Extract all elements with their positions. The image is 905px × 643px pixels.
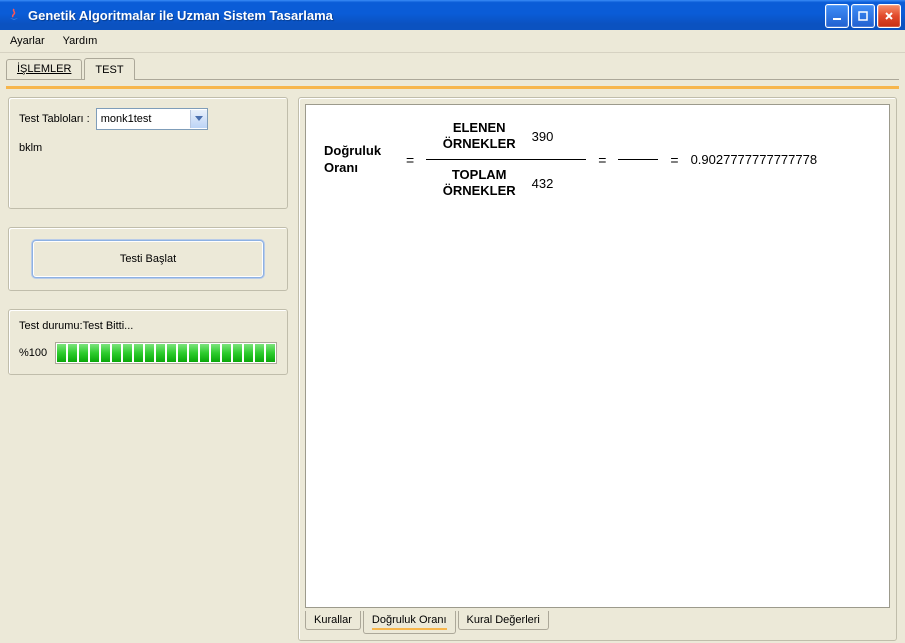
inner-tab-rule-values[interactable]: Kural Değerleri xyxy=(458,611,549,630)
test-tables-combo[interactable]: monk1test xyxy=(96,108,208,130)
inner-tab-rules[interactable]: Kurallar xyxy=(305,611,361,630)
results-pane: Doğruluk Oranı = ELENEN ÖRNEKLER 390 xyxy=(298,97,897,641)
denominator-label-l2: ÖRNEKLER xyxy=(443,183,516,198)
menu-settings[interactable]: Ayarlar xyxy=(4,33,51,49)
close-button[interactable] xyxy=(877,4,901,28)
numerator-value: 390 xyxy=(532,129,570,144)
inner-tab-rule-values-label: Kural Değerleri xyxy=(467,614,540,626)
tab-operations-label: İŞLEMLER xyxy=(17,63,71,75)
main-tab-strip: İŞLEMLER TEST xyxy=(0,53,905,79)
test-status-label: Test durumu:Test Bitti... xyxy=(19,320,277,332)
inner-tab-accuracy-label: Doğruluk Oranı xyxy=(372,614,447,626)
equals-3: = xyxy=(670,152,678,168)
small-fraction-bar xyxy=(618,159,658,160)
test-tables-label: Test Tabloları : xyxy=(19,113,90,125)
menu-bar: Ayarlar Yardım xyxy=(0,30,905,53)
test-tables-selected: monk1test xyxy=(97,113,190,125)
equals-1: = xyxy=(406,152,414,168)
tab-test-label: TEST xyxy=(95,64,123,76)
tab-operations[interactable]: İŞLEMLER xyxy=(6,59,82,79)
title-bar: Genetik Algoritmalar ile Uzman Sistem Ta… xyxy=(0,0,905,30)
accuracy-result: 0.9027777777777778 xyxy=(691,152,818,167)
inner-tab-rules-label: Kurallar xyxy=(314,614,352,626)
window-title: Genetik Algoritmalar ile Uzman Sistem Ta… xyxy=(28,8,333,23)
numerator-label-l2: ÖRNEKLER xyxy=(443,136,516,151)
table-select-box: Test Tabloları : monk1test bklm xyxy=(8,97,288,209)
lhs-line2: Oranı xyxy=(324,160,358,175)
status-box: Test durumu:Test Bitti... %100 xyxy=(8,309,288,375)
start-test-box: Testi Başlat xyxy=(8,227,288,291)
accuracy-formula: Doğruluk Oranı = ELENEN ÖRNEKLER 390 xyxy=(324,119,871,200)
numerator-label-l1: ELENEN xyxy=(453,120,506,135)
maximize-button[interactable] xyxy=(851,4,875,28)
menu-help[interactable]: Yardım xyxy=(57,33,104,49)
results-canvas: Doğruluk Oranı = ELENEN ÖRNEKLER 390 xyxy=(305,104,890,608)
denominator-label-l1: TOPLAM xyxy=(452,167,507,182)
java-icon xyxy=(6,7,22,23)
results-inner-tabs: Kurallar Doğruluk Oranı Kural Değerleri xyxy=(305,608,890,634)
content-area: Test Tabloları : monk1test bklm Testi Ba… xyxy=(0,89,905,643)
progress-percent: %100 xyxy=(19,347,47,359)
start-test-button[interactable]: Testi Başlat xyxy=(32,240,264,278)
extra-text: bklm xyxy=(19,142,277,154)
denominator-value: 432 xyxy=(532,176,570,191)
chevron-down-icon xyxy=(190,110,207,128)
inner-tab-accuracy[interactable]: Doğruluk Oranı xyxy=(363,611,456,634)
start-test-label: Testi Başlat xyxy=(120,253,176,265)
tab-underline xyxy=(6,79,899,80)
lhs-line1: Doğruluk xyxy=(324,143,381,158)
tab-test[interactable]: TEST xyxy=(84,58,134,80)
main-fraction: ELENEN ÖRNEKLER 390 TOPLAM ÖRNEKLER 432 xyxy=(426,119,586,200)
progress-bar xyxy=(55,342,277,364)
minimize-button[interactable] xyxy=(825,4,849,28)
left-column: Test Tabloları : monk1test bklm Testi Ba… xyxy=(8,97,288,641)
equals-2: = xyxy=(598,152,606,168)
